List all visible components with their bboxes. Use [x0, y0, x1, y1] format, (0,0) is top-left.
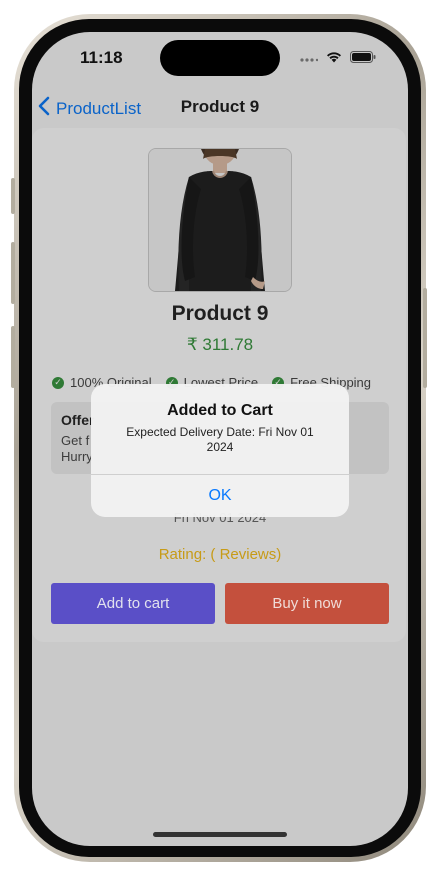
chevron-left-icon	[38, 96, 50, 121]
home-indicator[interactable]	[153, 832, 287, 837]
page-title: Product 9	[180, 97, 260, 116]
volume-down-button	[11, 326, 15, 388]
buy-now-button[interactable]: Buy it now	[225, 583, 389, 624]
added-to-cart-alert: Added to Cart Expected Delivery Date: Fr…	[91, 384, 349, 517]
product-name: Product 9	[171, 302, 269, 325]
power-button	[423, 288, 427, 388]
action-button	[11, 178, 15, 214]
wifi-icon	[326, 50, 342, 68]
offer-title: Offer	[61, 412, 95, 428]
alert-message: Expected Delivery Date: Fri Nov 01 2024	[126, 425, 314, 454]
offer-description: Get f Hurry	[61, 433, 93, 465]
product-price: ₹ 311.78	[186, 335, 254, 354]
offer-line: Get f	[61, 433, 90, 448]
alert-ok-button[interactable]: OK	[91, 475, 349, 517]
rating-text: Rating: ( Reviews)	[158, 546, 282, 563]
volume-up-button	[11, 242, 15, 304]
back-button[interactable]: ProductList	[38, 96, 141, 121]
status-time: 11:18	[80, 48, 123, 67]
back-button-label: ProductList	[56, 98, 142, 118]
alert-title: Added to Cart	[167, 402, 273, 419]
dynamic-island	[160, 40, 280, 76]
product-image	[148, 148, 292, 292]
offer-line: Hurry	[61, 449, 93, 464]
signal-dots-icon	[300, 50, 319, 68]
check-circle-icon: ✓	[52, 376, 64, 389]
status-icons	[300, 50, 376, 68]
add-to-cart-button[interactable]: Add to cart	[51, 583, 215, 624]
battery-icon	[350, 50, 376, 68]
